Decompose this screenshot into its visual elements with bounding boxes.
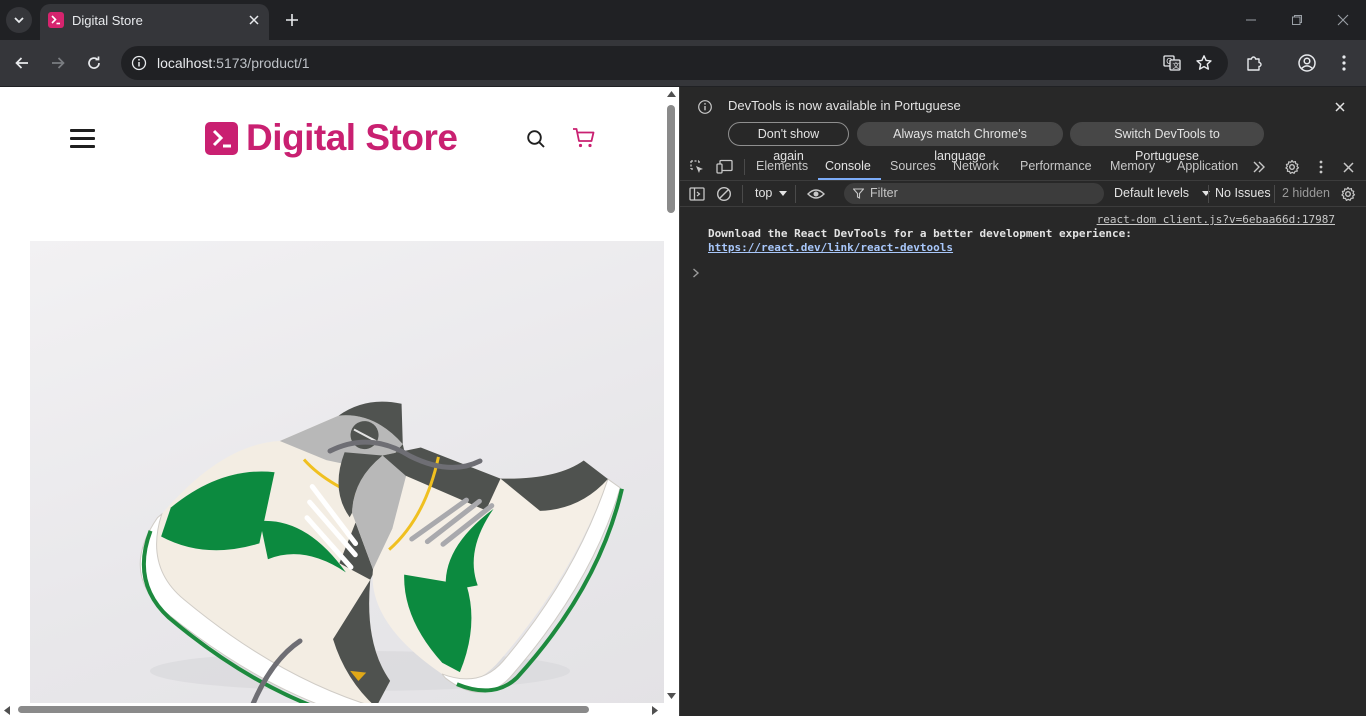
translate-icon[interactable]: G文 xyxy=(1162,53,1182,73)
context-selector[interactable]: top xyxy=(755,186,772,200)
tab-console[interactable]: Console xyxy=(825,159,871,173)
console-filter-input[interactable]: Filter xyxy=(844,183,1104,204)
vertical-scrollbar[interactable] xyxy=(664,87,679,703)
chevron-down-icon xyxy=(14,17,24,24)
devtools-language-infobar: DevTools is now available in Portuguese … xyxy=(680,87,1366,163)
svg-text:文: 文 xyxy=(1173,61,1180,70)
url-text: localhost:5173/product/1 xyxy=(157,55,310,71)
console-output: react-dom client.js?v=6ebaa66d:17987 Dow… xyxy=(680,208,1366,716)
info-icon xyxy=(697,99,713,115)
always-match-language-button[interactable]: Always match Chrome's language xyxy=(857,122,1063,163)
devtools-menu-icon[interactable] xyxy=(1312,158,1330,176)
close-icon xyxy=(1337,14,1349,26)
browser-menu-icon[interactable] xyxy=(1333,52,1355,74)
filter-funnel-icon xyxy=(853,188,864,199)
devtools-tab-bar: Elements Console Sources Network Perform… xyxy=(680,154,1366,181)
console-settings-icon[interactable] xyxy=(1339,185,1357,203)
switch-to-portuguese-button[interactable]: Switch DevTools to Portuguese xyxy=(1070,122,1264,163)
issues-counter[interactable]: No Issues xyxy=(1215,186,1271,200)
restore-icon xyxy=(1292,15,1302,25)
react-devtools-link[interactable]: https://react.dev/link/react-devtools xyxy=(708,241,1132,255)
browser-tab[interactable]: Digital Store xyxy=(40,4,269,40)
reload-button[interactable] xyxy=(82,51,106,75)
inspect-element-icon[interactable] xyxy=(688,158,706,176)
product-image xyxy=(30,241,664,711)
infobar-message: DevTools is now available in Portuguese xyxy=(728,98,961,113)
console-log-message: Download the React DevTools for a better… xyxy=(708,227,1132,255)
new-tab-button[interactable] xyxy=(281,9,303,31)
reload-icon xyxy=(88,56,100,69)
browser-toolbar: localhost:5173/product/1 G文 xyxy=(0,40,1366,86)
bookmark-star-icon[interactable] xyxy=(1194,53,1214,73)
forward-button[interactable] xyxy=(46,51,70,75)
restore-button[interactable] xyxy=(1287,10,1307,30)
logo-icon xyxy=(205,121,238,155)
devtools-panel: DevTools is now available in Portuguese … xyxy=(679,87,1366,716)
log-levels-dropdown[interactable]: Default levels xyxy=(1114,186,1189,200)
cart-icon[interactable] xyxy=(572,127,596,149)
hidden-messages-count: 2 hidden xyxy=(1282,186,1330,200)
search-icon[interactable] xyxy=(526,129,546,149)
address-bar[interactable]: localhost:5173/product/1 G文 xyxy=(121,46,1228,80)
profile-icon[interactable] xyxy=(1296,52,1318,74)
url-host: localhost xyxy=(157,55,213,71)
tab-search-button[interactable] xyxy=(6,7,32,33)
console-prompt-icon[interactable] xyxy=(692,265,702,278)
filter-placeholder: Filter xyxy=(870,186,898,200)
arrow-left-icon xyxy=(15,57,28,69)
context-dropdown-icon xyxy=(779,191,787,196)
tab-close-icon[interactable] xyxy=(245,11,263,29)
minimize-icon xyxy=(1246,19,1256,21)
horizontal-scroll-thumb[interactable] xyxy=(18,706,589,713)
clear-console-icon[interactable] xyxy=(715,185,733,203)
site-logo[interactable]: Digital Store xyxy=(205,117,458,158)
tab-performance[interactable]: Performance xyxy=(1020,159,1092,173)
plus-icon xyxy=(286,14,298,26)
sidebar-toggle-icon[interactable] xyxy=(688,185,706,203)
vertical-scroll-thumb[interactable] xyxy=(667,105,675,213)
horizontal-scrollbar[interactable] xyxy=(0,703,664,716)
back-button[interactable] xyxy=(10,51,34,75)
favicon-icon xyxy=(48,12,64,28)
hamburger-menu-icon[interactable] xyxy=(70,127,96,149)
tab-memory[interactable]: Memory xyxy=(1110,159,1155,173)
tab-network[interactable]: Network xyxy=(953,159,999,173)
active-tab-indicator xyxy=(818,178,881,180)
tab-sources[interactable]: Sources xyxy=(890,159,936,173)
log-source-link[interactable]: react-dom client.js?v=6ebaa66d:17987 xyxy=(1097,213,1335,226)
more-tabs-icon[interactable] xyxy=(1250,158,1268,176)
page-viewport: Digital Store xyxy=(0,87,679,716)
log-message-text: Download the React DevTools for a better… xyxy=(708,227,1132,240)
dont-show-again-button[interactable]: Don't show again xyxy=(728,122,849,163)
arrow-right-icon xyxy=(52,57,65,69)
extensions-icon[interactable] xyxy=(1243,52,1265,74)
tab-elements[interactable]: Elements xyxy=(756,159,808,173)
close-devtools-icon[interactable] xyxy=(1339,158,1357,176)
infobar-close-icon[interactable] xyxy=(1332,99,1348,115)
site-info-icon[interactable] xyxy=(129,53,149,73)
tab-strip: Digital Store xyxy=(0,0,1366,40)
url-path: :5173/product/1 xyxy=(212,55,310,71)
device-toolbar-icon[interactable] xyxy=(716,158,734,176)
tab-title: Digital Store xyxy=(72,13,143,28)
console-toolbar: top Filter Default levels No Issues 2 hi… xyxy=(680,181,1366,207)
logo-text: Digital Store xyxy=(246,117,458,158)
tab-application[interactable]: Application xyxy=(1177,159,1238,173)
settings-gear-icon[interactable] xyxy=(1283,158,1301,176)
close-window-button[interactable] xyxy=(1333,10,1353,30)
minimize-button[interactable] xyxy=(1241,10,1261,30)
live-expression-eye-icon[interactable] xyxy=(807,185,825,203)
